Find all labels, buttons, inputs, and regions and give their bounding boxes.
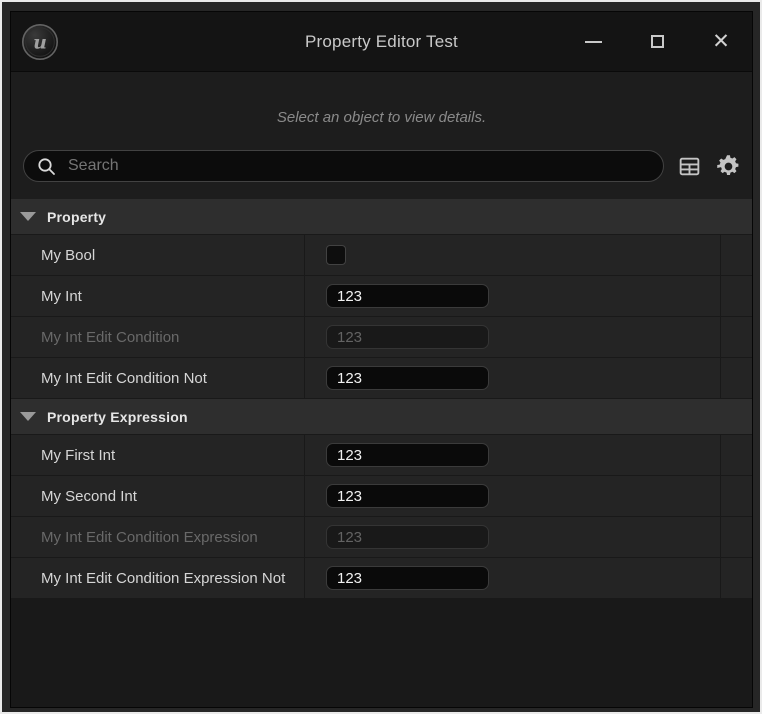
row-extra-cell <box>720 235 752 275</box>
screenshot-frame: u Property Editor Test ✕ Select an objec… <box>0 0 762 714</box>
my-bool-checkbox[interactable] <box>326 245 346 265</box>
my-first-int-input[interactable] <box>326 443 489 467</box>
view-options-button[interactable] <box>715 153 742 180</box>
property-name-cell: My Int Edit Condition <box>11 317 304 357</box>
property-row-my-int-edit-condition-not: My Int Edit Condition Not <box>11 358 752 399</box>
property-value-cell <box>304 317 720 357</box>
property-value-cell <box>304 358 720 398</box>
property-label: My Int Edit Condition <box>41 329 179 346</box>
row-extra-cell <box>720 358 752 398</box>
unreal-engine-logo-icon: u <box>21 23 59 61</box>
property-label: My Bool <box>41 247 95 264</box>
search-icon <box>37 157 56 176</box>
property-value-cell <box>304 235 720 275</box>
property-label: My Second Int <box>41 488 137 505</box>
details-panel: Select an object to view details. <box>11 72 752 707</box>
property-row-my-int-edit-condition-expression: My Int Edit Condition Expression <box>11 517 752 558</box>
close-button[interactable]: ✕ <box>708 29 734 55</box>
display-filter-button[interactable] <box>677 154 702 179</box>
row-extra-cell <box>720 276 752 316</box>
maximize-button[interactable] <box>644 29 670 55</box>
section-label: Property <box>47 209 106 225</box>
minimize-icon <box>585 41 602 43</box>
empty-area <box>11 599 752 707</box>
collapse-arrow-icon[interactable] <box>20 212 36 221</box>
property-label: My Int Edit Condition Expression Not <box>41 570 285 587</box>
search-input[interactable] <box>66 156 650 176</box>
property-name-cell: My Bool <box>11 235 304 275</box>
property-name-cell: My Int Edit Condition Expression Not <box>11 558 304 598</box>
my-int-input[interactable] <box>326 284 489 308</box>
property-label: My Int <box>41 288 82 305</box>
property-row-my-int: My Int <box>11 276 752 317</box>
property-row-my-second-int: My Second Int <box>11 476 752 517</box>
section-header-property[interactable]: Property <box>11 199 752 235</box>
close-icon: ✕ <box>712 31 730 52</box>
my-int-edit-condition-expression-not-input[interactable] <box>326 566 489 590</box>
table-grid-icon <box>677 154 702 179</box>
property-row-my-int-edit-condition-expression-not: My Int Edit Condition Expression Not <box>11 558 752 599</box>
empty-selection-message: Select an object to view details. <box>11 109 752 126</box>
search-input-container[interactable] <box>23 150 664 182</box>
row-extra-cell <box>720 435 752 475</box>
property-value-cell <box>304 276 720 316</box>
minimize-button[interactable] <box>580 29 606 55</box>
property-editor-window: u Property Editor Test ✕ Select an objec… <box>10 11 753 708</box>
property-label: My Int Edit Condition Not <box>41 370 207 387</box>
property-name-cell: My First Int <box>11 435 304 475</box>
titlebar[interactable]: u Property Editor Test ✕ <box>11 12 752 72</box>
property-row-my-int-edit-condition: My Int Edit Condition <box>11 317 752 358</box>
my-second-int-input[interactable] <box>326 484 489 508</box>
my-int-edit-condition-input <box>326 325 489 349</box>
row-extra-cell <box>720 517 752 557</box>
svg-text:u: u <box>33 31 47 53</box>
maximize-icon <box>651 35 664 48</box>
row-extra-cell <box>720 558 752 598</box>
property-name-cell: My Int <box>11 276 304 316</box>
property-value-cell <box>304 517 720 557</box>
property-value-cell <box>304 435 720 475</box>
property-value-cell <box>304 476 720 516</box>
property-row-my-bool: My Bool <box>11 235 752 276</box>
window-controls: ✕ <box>542 29 752 55</box>
my-int-edit-condition-not-input[interactable] <box>326 366 489 390</box>
property-name-cell: My Second Int <box>11 476 304 516</box>
search-toolbar <box>23 150 742 182</box>
collapse-arrow-icon[interactable] <box>20 412 36 421</box>
property-grid: Property My Bool My Int <box>11 199 752 599</box>
row-extra-cell <box>720 476 752 516</box>
property-name-cell: My Int Edit Condition Not <box>11 358 304 398</box>
gear-icon <box>715 153 742 180</box>
row-extra-cell <box>720 317 752 357</box>
property-value-cell <box>304 558 720 598</box>
property-label: My Int Edit Condition Expression <box>41 529 258 546</box>
section-header-property-expression[interactable]: Property Expression <box>11 399 752 435</box>
my-int-edit-condition-expression-input <box>326 525 489 549</box>
property-label: My First Int <box>41 447 115 464</box>
property-row-my-first-int: My First Int <box>11 435 752 476</box>
property-name-cell: My Int Edit Condition Expression <box>11 517 304 557</box>
section-label: Property Expression <box>47 409 188 425</box>
